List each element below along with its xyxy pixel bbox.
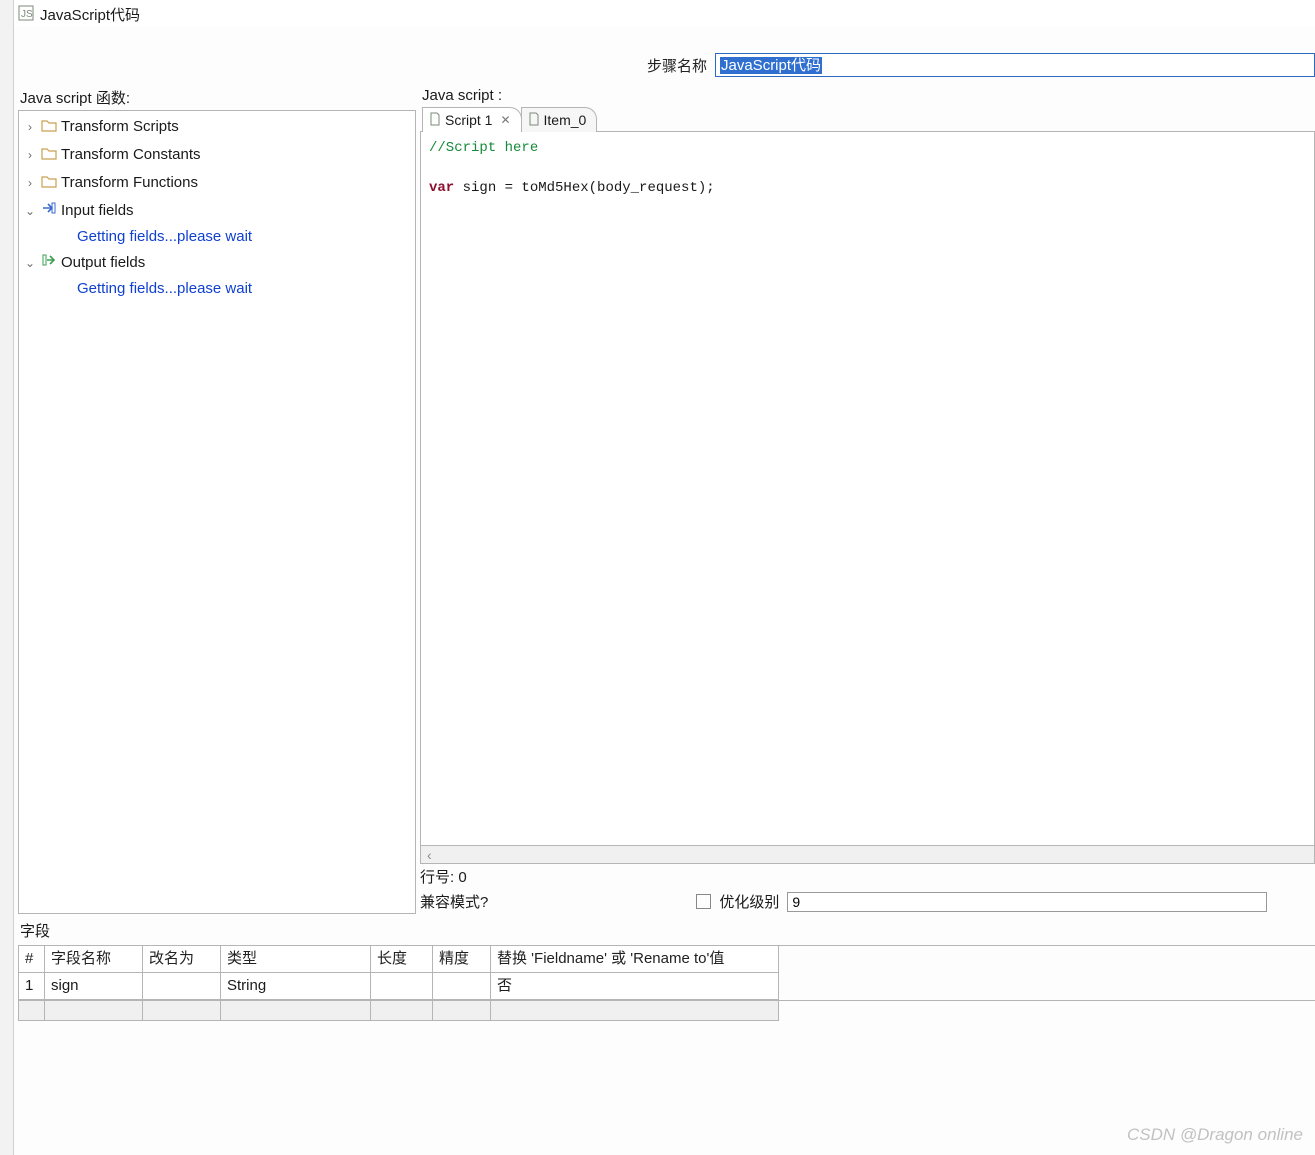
folder-icon — [41, 115, 57, 139]
cell-type[interactable]: String — [221, 973, 371, 1000]
line-number-row: 行号: 0 — [420, 864, 1315, 889]
chevron-down-icon[interactable]: ⌄ — [23, 199, 37, 223]
cell-rename[interactable] — [143, 973, 221, 1000]
tree-item-transform-constants[interactable]: › Transform Constants — [19, 141, 415, 169]
cell-field-name[interactable]: sign — [45, 973, 143, 1000]
step-name-label: 步骤名称 — [647, 55, 707, 76]
tab-item-0[interactable]: Item_0 — [521, 107, 598, 132]
code-comment: //Script here — [429, 140, 538, 156]
tree-item-label: Transform Constants — [61, 143, 201, 167]
table-empty-row[interactable] — [18, 1000, 1315, 1021]
col-length[interactable]: 长度 — [371, 946, 433, 973]
col-index[interactable]: # — [19, 946, 45, 973]
window-left-gutter — [0, 0, 14, 1155]
scroll-left-icon[interactable]: ‹ — [427, 847, 432, 863]
tree-leaf-loading: Getting fields...please wait — [19, 277, 415, 301]
chevron-down-icon[interactable]: ⌄ — [23, 251, 37, 275]
chevron-right-icon[interactable]: › — [23, 171, 37, 195]
code-editor[interactable]: //Script here var sign = toMd5Hex(body_r… — [420, 132, 1315, 846]
tree-item-label: Transform Functions — [61, 171, 198, 195]
code-text: sign = toMd5Hex(body_request); — [454, 180, 714, 196]
folder-icon — [41, 171, 57, 195]
chevron-right-icon[interactable]: › — [23, 115, 37, 139]
tree-item-label: Transform Scripts — [61, 115, 179, 139]
output-fields-icon — [41, 251, 57, 275]
folder-icon — [41, 143, 57, 167]
col-type[interactable]: 类型 — [221, 946, 371, 973]
optimize-level-label: 优化级别 — [719, 891, 779, 912]
fields-table[interactable]: # 字段名称 改名为 类型 长度 精度 替换 'Fieldname' 或 'Re… — [18, 945, 1315, 1000]
script-file-icon — [528, 112, 540, 129]
tree-item-transform-functions[interactable]: › Transform Functions — [19, 169, 415, 197]
window-title: JavaScript代码 — [40, 4, 140, 25]
tree-item-input-fields[interactable]: ⌄ Input fields — [19, 197, 415, 225]
tree-item-label: Output fields — [61, 251, 145, 275]
script-tab-strip: Script 1 ✕ Item_0 — [420, 106, 1315, 132]
compat-mode-checkbox[interactable] — [696, 894, 711, 909]
col-replace[interactable]: 替换 'Fieldname' 或 'Rename to'值 — [491, 946, 779, 973]
cell-replace[interactable]: 否 — [491, 973, 779, 1000]
cell-length[interactable] — [371, 973, 433, 1000]
col-field-name[interactable]: 字段名称 — [45, 946, 143, 973]
functions-panel-heading: Java script 函数: — [18, 81, 416, 110]
col-precision[interactable]: 精度 — [433, 946, 491, 973]
watermark: CSDN @Dragon online — [1127, 1125, 1303, 1145]
code-keyword: var — [429, 180, 454, 196]
cell-precision[interactable] — [433, 973, 491, 1000]
tree-item-output-fields[interactable]: ⌄ Output fields — [19, 249, 415, 277]
optimize-level-input[interactable] — [787, 892, 1267, 912]
input-fields-icon — [41, 199, 57, 223]
tab-label: Script 1 — [445, 112, 492, 128]
tree-item-label: Input fields — [61, 199, 134, 223]
cell-index[interactable]: 1 — [19, 973, 45, 1000]
tree-item-transform-scripts[interactable]: › Transform Scripts — [19, 113, 415, 141]
javascript-step-icon: JS — [18, 5, 34, 24]
tab-label: Item_0 — [544, 112, 587, 128]
tab-script-1[interactable]: Script 1 ✕ — [422, 107, 522, 132]
functions-tree[interactable]: › Transform Scripts › Transform Constant… — [18, 110, 416, 914]
script-file-icon — [429, 112, 441, 129]
compat-mode-label: 兼容模式? — [420, 891, 488, 912]
close-icon[interactable]: ✕ — [500, 113, 510, 127]
fields-heading: 字段 — [18, 918, 1315, 945]
editor-horizontal-scrollbar[interactable]: ‹ — [420, 846, 1315, 864]
script-panel-heading: Java script : — [420, 81, 1315, 106]
step-name-input[interactable]: JavaScript代码 — [715, 53, 1315, 77]
svg-text:JS: JS — [21, 9, 33, 20]
step-name-value-selected: JavaScript代码 — [720, 57, 822, 74]
title-bar: JS JavaScript代码 — [0, 0, 1315, 27]
compat-row: 兼容模式? 优化级别 — [420, 889, 1315, 914]
line-number-label: 行号: 0 — [420, 866, 467, 887]
step-name-row: 步骤名称 JavaScript代码 — [0, 27, 1315, 81]
tree-leaf-loading: Getting fields...please wait — [19, 225, 415, 249]
chevron-right-icon[interactable]: › — [23, 143, 37, 167]
col-rename[interactable]: 改名为 — [143, 946, 221, 973]
